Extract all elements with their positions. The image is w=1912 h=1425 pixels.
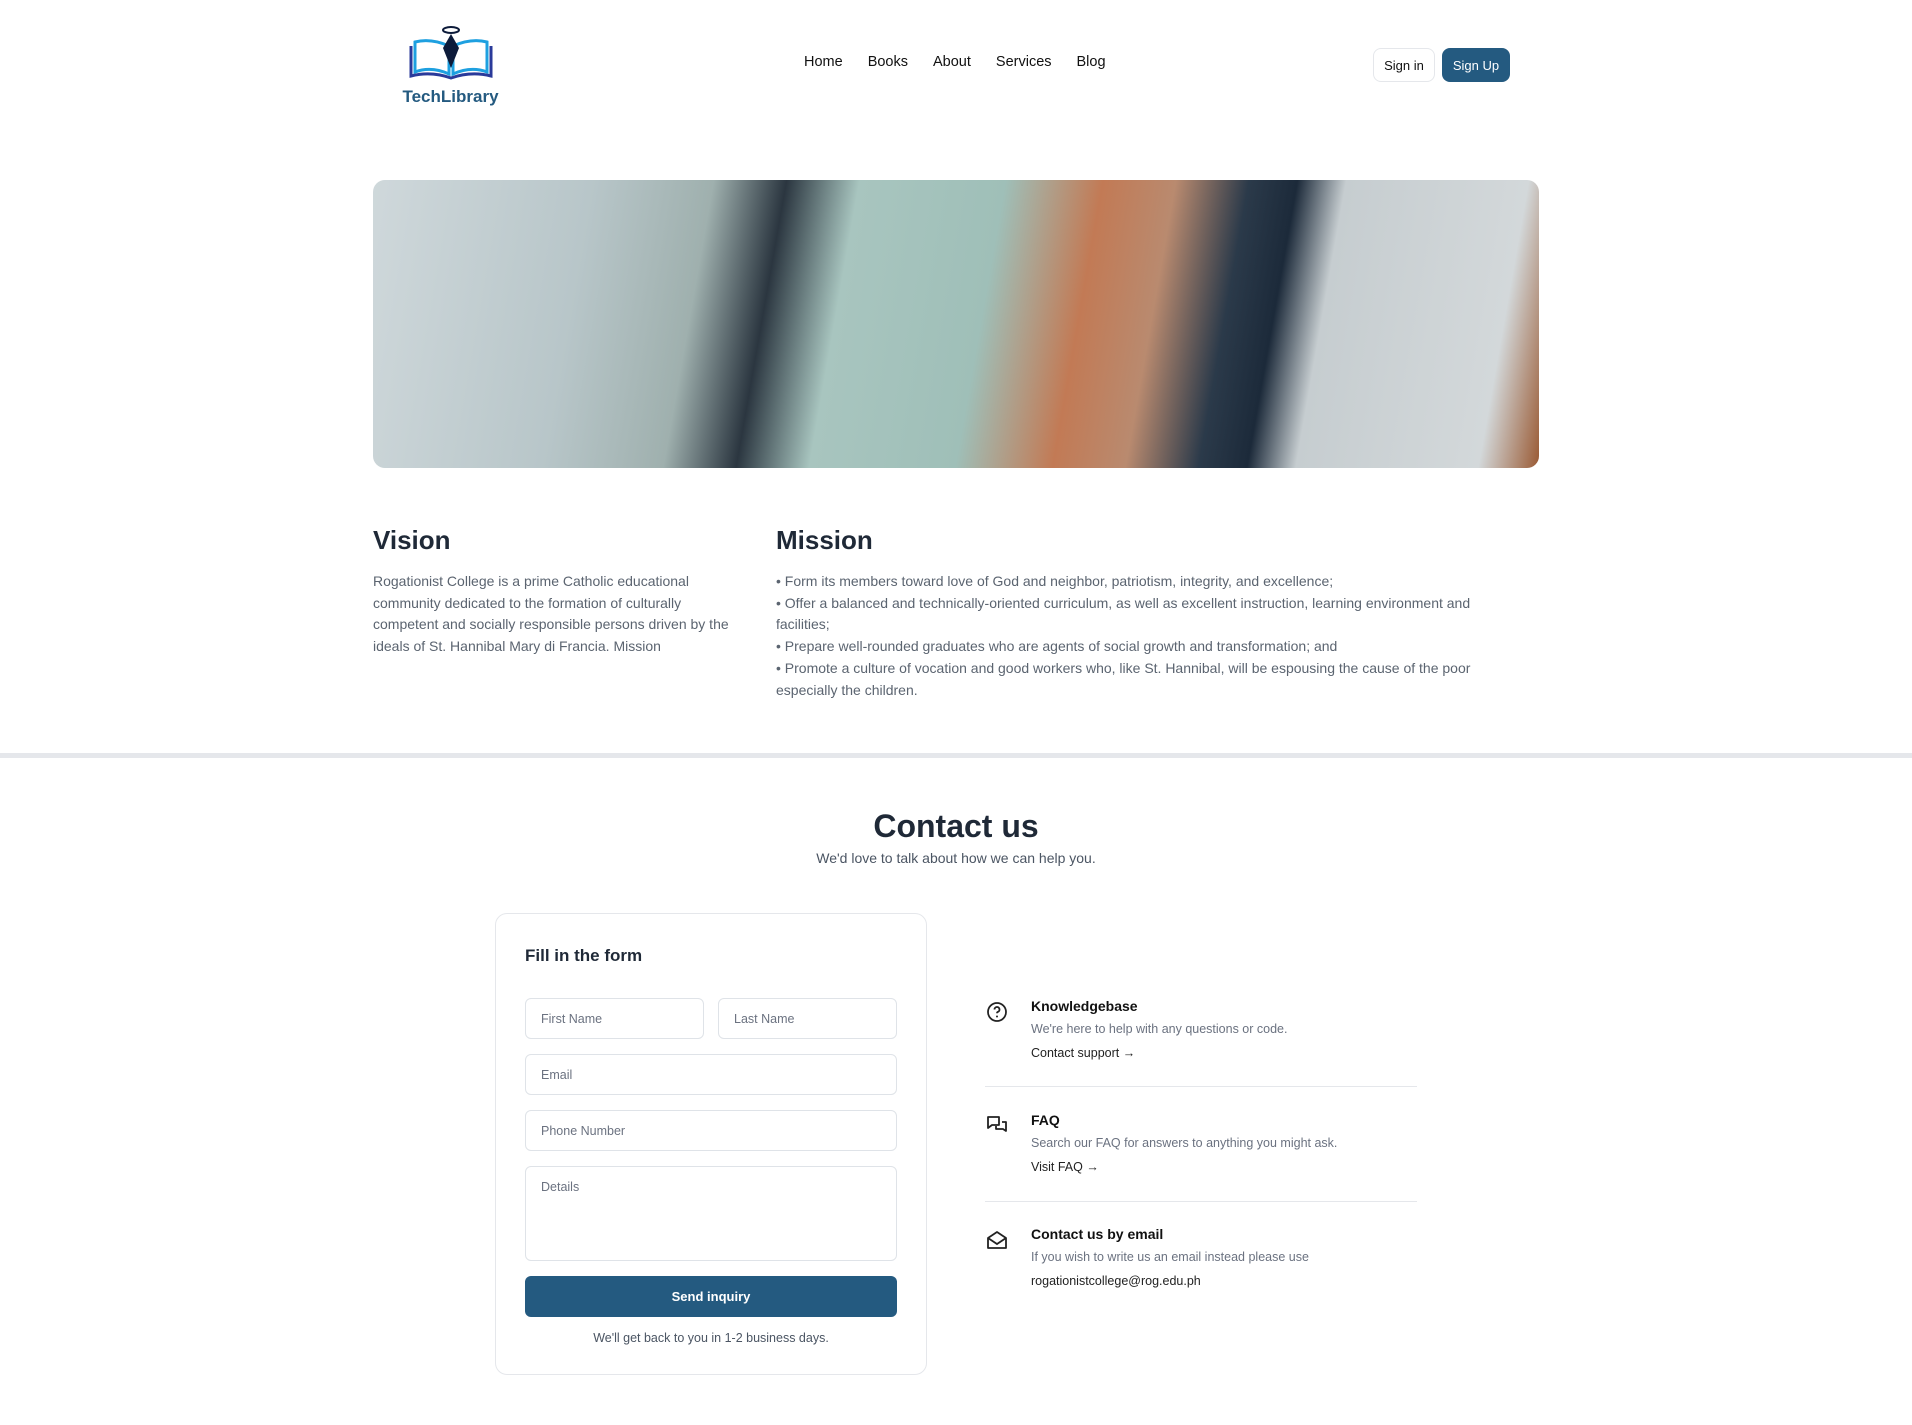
sign-in-button[interactable]: Sign in (1373, 48, 1435, 82)
mission-item: • Prepare well-rounded graduates who are… (776, 638, 1338, 655)
sign-up-button[interactable]: Sign Up (1442, 48, 1510, 82)
email-link[interactable]: rogationistcollege@rog.edu.ph (1031, 1274, 1417, 1288)
info-divider (985, 1201, 1417, 1202)
form-title: Fill in the form (525, 946, 643, 965)
first-name-input[interactable]: First Name (525, 998, 704, 1039)
contact-subtitle: We'd love to talk about how we can help … (816, 850, 1096, 866)
nav-blog[interactable]: Blog (1077, 54, 1106, 70)
details-textarea[interactable]: Details (525, 1166, 897, 1261)
section-divider (0, 753, 1912, 758)
vision-heading: Vision (373, 525, 451, 555)
nav-about[interactable]: About (933, 54, 971, 70)
nav-services[interactable]: Services (996, 54, 1052, 70)
info-desc: We're here to help with any questions or… (1031, 1022, 1288, 1036)
nav-books[interactable]: Books (868, 54, 908, 70)
main-nav: Home Books About Services Blog (804, 54, 1106, 70)
mission-heading: Mission (776, 525, 873, 555)
contact-heading: Contact us (873, 808, 1039, 844)
info-title: Knowledgebase (1031, 998, 1138, 1014)
question-circle-icon (987, 1002, 1007, 1022)
info-divider (985, 1086, 1417, 1087)
envelope-open-icon (987, 1231, 1007, 1249)
mission-list: • Form its members toward love of God an… (776, 571, 1516, 701)
logo[interactable]: TechLibrary (398, 24, 503, 107)
info-desc: If you wish to write us an email instead… (1031, 1250, 1309, 1264)
phone-input[interactable]: Phone Number (525, 1110, 897, 1151)
nav-home[interactable]: Home (804, 54, 843, 70)
mission-item: • Offer a balanced and technically-orien… (776, 594, 1471, 633)
contact-form: Fill in the form First Name Last Name Em… (495, 913, 927, 1375)
brand-name: TechLibrary (402, 87, 499, 106)
contact-support-link[interactable]: Contact support → (1031, 1046, 1417, 1060)
info-title: FAQ (1031, 1112, 1060, 1128)
book-pen-logo-icon (409, 26, 492, 80)
info-faq: FAQ Search our FAQ for answers to anythi… (985, 1112, 1417, 1174)
chat-bubbles-icon (987, 1116, 1007, 1132)
mission-item: • Form its members toward love of God an… (776, 573, 1334, 589)
info-knowledgebase: Knowledgebase We're here to help with an… (985, 998, 1417, 1060)
last-name-input[interactable]: Last Name (718, 998, 897, 1039)
mission-item: • Promote a culture of vocation and good… (776, 659, 1471, 698)
info-title: Contact us by email (1031, 1226, 1164, 1242)
vision-text: Rogationist College is a prime Catholic … (373, 573, 729, 655)
hero-image (373, 180, 1539, 468)
email-input[interactable]: Email (525, 1054, 897, 1095)
visit-faq-link[interactable]: Visit FAQ → (1031, 1160, 1417, 1174)
send-inquiry-button[interactable]: Send inquiry (525, 1276, 897, 1317)
form-note: We'll get back to you in 1-2 business da… (593, 1331, 829, 1345)
info-desc: Search our FAQ for answers to anything y… (1031, 1136, 1338, 1150)
info-email: Contact us by email If you wish to write… (985, 1226, 1417, 1288)
